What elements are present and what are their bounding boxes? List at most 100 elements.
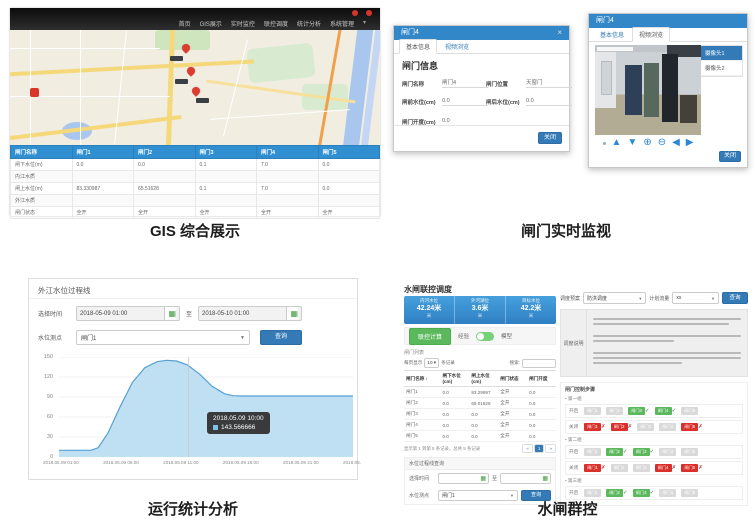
water-point-select[interactable]: 闸门1 ▼	[76, 330, 250, 345]
column-header[interactable]: 闸门名称 ↕	[404, 371, 440, 387]
gate-chip[interactable]: 闸门3	[633, 489, 650, 497]
text-line	[593, 352, 741, 354]
ptz-stop-icon[interactable]	[603, 142, 606, 145]
zoom-in-icon[interactable]: ⊕	[643, 138, 651, 148]
query-button[interactable]: 查询	[260, 330, 302, 345]
zoom-out-icon[interactable]: ⊖	[658, 138, 666, 148]
column-header[interactable]: 闸下水位(cm)	[440, 371, 469, 387]
column-header[interactable]: 闸门状态	[498, 371, 527, 387]
table-row[interactable]: 闸门50.00.0全开0.0	[404, 431, 556, 442]
plan-select[interactable]: 防洪调度▼	[583, 292, 646, 304]
nav-item[interactable]: GIS展示	[200, 19, 222, 28]
gis-map[interactable]	[10, 30, 380, 145]
window-control-icon[interactable]	[366, 10, 372, 16]
gate-chip[interactable]: 闸门2	[606, 407, 623, 415]
tab-basic-info[interactable]: 基本信息	[594, 28, 630, 41]
page-button[interactable]: »	[545, 444, 556, 453]
column-header[interactable]: 闸上水位(cm)	[469, 371, 498, 387]
gate-chip[interactable]: 闸门5	[681, 423, 698, 431]
gate-chip[interactable]: 闸门4	[655, 464, 672, 472]
nav-item[interactable]: 系统管理	[330, 19, 354, 28]
gate-chip[interactable]: 闸门3	[633, 464, 650, 472]
gate-chip[interactable]: 闸门5	[681, 448, 698, 456]
gate-chip[interactable]: 闸门1	[584, 423, 601, 431]
calendar-icon[interactable]: ▦	[542, 475, 548, 482]
gate-chip[interactable]: 闸门2	[606, 489, 623, 497]
water-level-chart[interactable]: 2018.05.09 10:00 143.566666	[59, 357, 353, 457]
date-from-input[interactable]: ▦	[438, 473, 489, 484]
close-button[interactable]: 关闭	[719, 151, 741, 162]
gate-chip[interactable]: 闸门2	[611, 464, 628, 472]
field-value[interactable]: 0.0	[526, 98, 572, 106]
tab-video[interactable]: 视频浏览	[439, 40, 475, 53]
page-button[interactable]: «	[522, 444, 533, 453]
chip-wrap: 闸门4	[659, 423, 676, 431]
gate-chip[interactable]: 闸门1	[584, 464, 601, 472]
pan-up-icon[interactable]: ▲	[612, 138, 622, 148]
date-to-input[interactable]: 2018-05-10 01:00 ▦	[198, 306, 302, 321]
column-header: 闸门4	[257, 146, 319, 159]
gate-chip[interactable]: 闸门3	[637, 423, 654, 431]
gate-chip[interactable]: 闸门5	[681, 489, 698, 497]
tab-video[interactable]: 视频浏览	[632, 27, 670, 42]
gate-chip[interactable]: 闸门1	[584, 448, 601, 456]
column-header[interactable]: 闸门开度	[527, 371, 556, 387]
table-row[interactable]: 闸门20.065.01628全开0.0	[404, 398, 556, 409]
pan-left-icon[interactable]: ◀	[672, 138, 680, 148]
window-control-icon[interactable]	[352, 10, 358, 16]
calendar-icon[interactable]: ▦	[164, 307, 176, 320]
camera-item[interactable]: 摄像头1	[701, 46, 742, 61]
gate-location-pin-icon[interactable]	[190, 85, 201, 96]
gate-chip[interactable]: 闸门5	[681, 464, 698, 472]
nav-more-caret-icon[interactable]: ▾	[363, 19, 366, 28]
nav-item[interactable]: 首页	[179, 19, 191, 28]
date-to-input[interactable]: ▦	[500, 473, 551, 484]
table-cell: 0.1	[195, 183, 257, 195]
table-cell: 0.0	[527, 387, 556, 398]
table-cell: 65.51628	[134, 183, 196, 195]
calc-button[interactable]: 联控计算	[409, 328, 451, 345]
nav-item[interactable]: 统计分析	[297, 19, 321, 28]
nav-item[interactable]: 联控调度	[264, 19, 288, 28]
calendar-icon[interactable]: ▦	[480, 475, 486, 482]
page-size-select[interactable]: 10 ▾	[424, 358, 439, 368]
tab-basic-info[interactable]: 基本信息	[399, 39, 437, 54]
flow-select[interactable]: xx▼	[672, 292, 719, 304]
gate-chip[interactable]: 闸门4	[659, 448, 676, 456]
gate-chip[interactable]: 闸门4	[659, 423, 676, 431]
field-value[interactable]: 0.0	[442, 98, 488, 106]
gate-chip[interactable]: 闸门4	[655, 407, 672, 415]
pan-right-icon[interactable]: ▶	[686, 138, 694, 148]
camera-video-feed[interactable]	[595, 45, 701, 135]
field-value[interactable]: 闸门4	[442, 78, 488, 88]
gate-chip[interactable]: 闸门2	[611, 423, 628, 431]
nav-item[interactable]: 实时监控	[231, 19, 255, 28]
gate-chip[interactable]: 闸门3	[633, 448, 650, 456]
page-button[interactable]: 1	[534, 444, 545, 453]
close-icon[interactable]: ×	[557, 26, 562, 40]
video-cabinet	[625, 65, 642, 115]
table-row[interactable]: 闸门30.00.0全开0.0	[404, 409, 556, 420]
step-name: 第一组	[565, 396, 743, 402]
gate-chip[interactable]: 闸门3	[628, 407, 645, 415]
gate-chip[interactable]: 闸门2	[606, 448, 623, 456]
calendar-icon[interactable]: ▦	[286, 307, 298, 320]
pan-down-icon[interactable]: ▼	[627, 138, 637, 148]
table-cell: 0.0	[440, 431, 469, 442]
date-from-input[interactable]: 2018-05-09 01:00 ▦	[76, 306, 180, 321]
table-cell: 7.0	[257, 159, 319, 171]
camera-item[interactable]: 摄像头2	[701, 61, 742, 76]
table-row[interactable]: 闸门10.083.29997全开0.0	[404, 387, 556, 398]
gate-chip[interactable]: 闸门1	[584, 489, 601, 497]
confirm-button[interactable]: 查询	[722, 292, 748, 304]
table-row[interactable]: 闸门40.00.0全开0.0	[404, 420, 556, 431]
field-value[interactable]: 天窗门	[526, 78, 572, 88]
gate-chip[interactable]: 闸门4	[659, 489, 676, 497]
close-button[interactable]: 关闭	[538, 132, 562, 144]
mode-toggle[interactable]	[476, 332, 494, 341]
gate-chip[interactable]: 闸门1	[584, 407, 601, 415]
gate-location-pin-icon[interactable]	[185, 65, 196, 76]
search-input[interactable]	[522, 359, 556, 368]
gate-chip[interactable]: 闸门5	[681, 407, 698, 415]
map-legend-marker-icon[interactable]	[30, 88, 39, 97]
